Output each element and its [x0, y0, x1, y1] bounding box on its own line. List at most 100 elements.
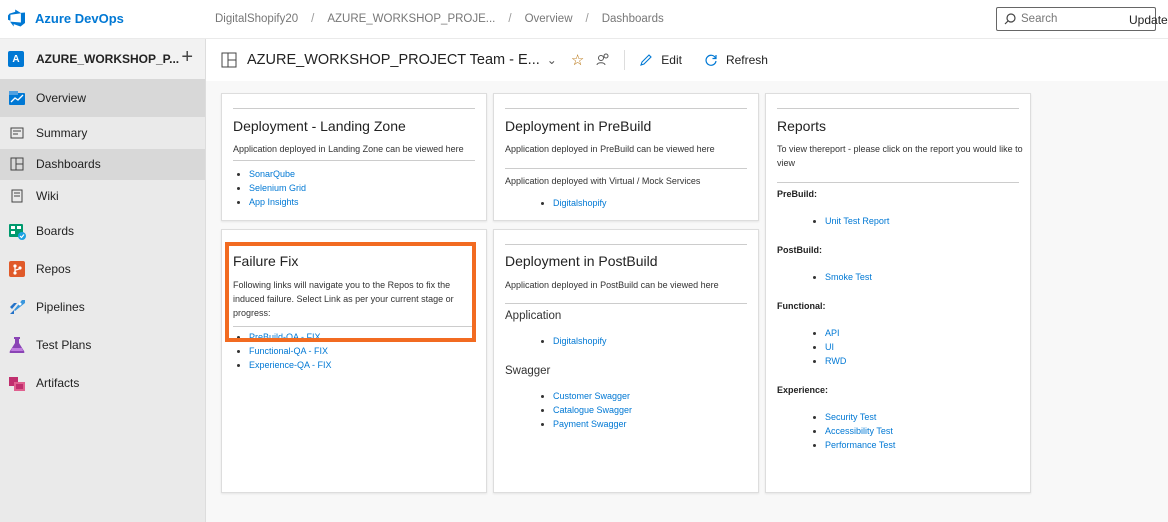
widget-title: Reports [777, 118, 827, 134]
link-api[interactable]: API [825, 326, 846, 340]
updated-status: Updated [1129, 13, 1168, 27]
sidebar-item-repos[interactable]: Repos [0, 250, 205, 288]
azure-devops-logo-icon [8, 9, 25, 27]
dashboard-icon [221, 52, 237, 68]
sidebar-item-label: Wiki [36, 188, 59, 203]
widget-title: Deployment - Landing Zone [233, 118, 406, 134]
link-list: Digitalshopify [553, 334, 607, 348]
link-payment-swagger[interactable]: Payment Swagger [553, 417, 632, 431]
link-app-insights[interactable]: App Insights [249, 195, 306, 209]
link-selenium-grid[interactable]: Selenium Grid [249, 181, 306, 195]
link-accessibility-test[interactable]: Accessibility Test [825, 424, 895, 438]
link-list: Smoke Test [825, 270, 872, 284]
repos-icon [8, 260, 26, 278]
link-sonarqube[interactable]: SonarQube [249, 167, 306, 181]
sidebar-item-label: Pipelines [36, 299, 85, 314]
breadcrumb-separator: / [508, 13, 512, 25]
add-icon[interactable]: + [181, 47, 193, 67]
sidebar-item-dashboards[interactable]: Dashboards [0, 148, 205, 180]
page-title: AZURE_WORKSHOP_PROJECT Team - E... [247, 52, 540, 68]
widget-divider [233, 160, 475, 161]
team-members-icon[interactable] [596, 52, 610, 69]
breadcrumb-organization[interactable]: DigitalShopify20 [215, 13, 298, 25]
sidebar-item-boards[interactable]: Boards [0, 212, 205, 250]
link-digitalshopify[interactable]: Digitalshopify [553, 196, 607, 210]
widget-note: Application deployed with Virtual / Mock… [505, 176, 701, 186]
sidebar-item-summary[interactable]: Summary [0, 117, 205, 149]
sidebar-item-wiki[interactable]: Wiki [0, 180, 205, 212]
widget-title: Deployment in PostBuild [505, 253, 658, 269]
breadcrumb-dashboards[interactable]: Dashboards [602, 13, 664, 25]
pipelines-icon [8, 298, 26, 316]
sidebar-item-label: Artifacts [36, 375, 80, 390]
project-avatar: A [8, 51, 24, 67]
favorite-star-icon[interactable]: ☆ [571, 51, 584, 69]
artifacts-icon [8, 374, 26, 392]
breadcrumb-overview[interactable]: Overview [525, 13, 573, 25]
edit-button[interactable]: Edit [639, 53, 682, 67]
section-label-postbuild: PostBuild: [777, 245, 822, 255]
sidebar-item-label: Test Plans [36, 337, 92, 352]
widget-title: Deployment in PreBuild [505, 118, 652, 134]
link-ui[interactable]: UI [825, 340, 846, 354]
widget-divider [505, 168, 747, 169]
sidebar-item-label: Boards [36, 223, 75, 238]
widget-landing-zone: Deployment - Landing Zone Application de… [221, 93, 487, 221]
refresh-label: Refresh [725, 53, 768, 67]
link-list: Security Test Accessibility Test Perform… [825, 410, 895, 452]
breadcrumb-separator: / [311, 13, 315, 25]
link-smoke-test[interactable]: Smoke Test [825, 270, 872, 284]
link-rwd[interactable]: RWD [825, 354, 846, 368]
dashboard-header: AZURE_WORKSHOP_PROJECT Team - E... ⌄ ☆ E… [206, 39, 1168, 81]
section-label-prebuild: PreBuild: [777, 189, 818, 199]
widget-divider [777, 182, 1019, 183]
widget-reports: Reports To view thereport - please click… [765, 93, 1031, 493]
sidebar-item-artifacts[interactable]: Artifacts [0, 364, 205, 402]
toolbar-divider [624, 50, 626, 70]
highlight-box [225, 242, 476, 342]
chevron-down-icon[interactable]: ⌄ [547, 53, 557, 67]
project-selector[interactable]: A AZURE_WORKSHOP_P... + [0, 39, 205, 79]
project-name: AZURE_WORKSHOP_P... [36, 52, 180, 66]
sidebar-item-test-plans[interactable]: Test Plans [0, 326, 205, 364]
breadcrumb-separator: / [585, 13, 589, 25]
sidebar-item-label: Repos [36, 261, 71, 276]
link-list: Digitalshopify [553, 196, 607, 210]
widget-prebuild: Deployment in PreBuild Application deplo… [493, 93, 759, 221]
boards-icon [8, 222, 26, 240]
link-list: Customer Swagger Catalogue Swagger Payme… [553, 389, 632, 431]
sidebar-item-overview[interactable]: Overview [0, 79, 205, 117]
top-bar: Azure DevOps DigitalShopify20 / AZURE_WO… [0, 0, 1168, 39]
swagger-label: Swagger [505, 365, 551, 377]
wiki-icon [10, 189, 24, 203]
link-security-test[interactable]: Security Test [825, 410, 895, 424]
section-label-experience: Experience: [777, 385, 829, 395]
link-catalogue-swagger[interactable]: Catalogue Swagger [553, 403, 632, 417]
breadcrumb: DigitalShopify20 / AZURE_WORKSHOP_PROJE.… [215, 13, 664, 25]
link-unit-test-report[interactable]: Unit Test Report [825, 214, 889, 228]
link-list: API UI RWD [825, 326, 846, 368]
link-digitalshopify[interactable]: Digitalshopify [553, 334, 607, 348]
link-experience-qa-fix[interactable]: Experience-QA - FIX [249, 358, 332, 372]
link-functional-qa-fix[interactable]: Functional-QA - FIX [249, 344, 332, 358]
link-list: SonarQube Selenium Grid App Insights [249, 167, 306, 209]
overview-icon [8, 89, 26, 107]
brand[interactable]: Azure DevOps [8, 9, 124, 27]
sidebar-item-pipelines[interactable]: Pipelines [0, 288, 205, 326]
application-label: Application [505, 310, 562, 322]
search-input[interactable]: Search [1021, 13, 1057, 25]
sidebar-item-label: Overview [36, 91, 87, 105]
edit-pencil-icon [640, 54, 653, 66]
brand-name: Azure DevOps [35, 10, 124, 26]
search-icon [1004, 13, 1016, 25]
breadcrumb-project[interactable]: AZURE_WORKSHOP_PROJE... [327, 13, 495, 25]
sidebar: A AZURE_WORKSHOP_P... + Overview Summary… [0, 39, 206, 522]
widget-description: Application deployed in PreBuild can be … [505, 144, 715, 154]
link-performance-test[interactable]: Performance Test [825, 438, 895, 452]
summary-icon [10, 126, 24, 140]
link-customer-swagger[interactable]: Customer Swagger [553, 389, 632, 403]
link-list: Unit Test Report [825, 214, 889, 228]
widget-description: Application deployed in PostBuild can be… [505, 280, 719, 290]
refresh-button[interactable]: Refresh [704, 53, 768, 67]
widget-divider [505, 303, 747, 304]
